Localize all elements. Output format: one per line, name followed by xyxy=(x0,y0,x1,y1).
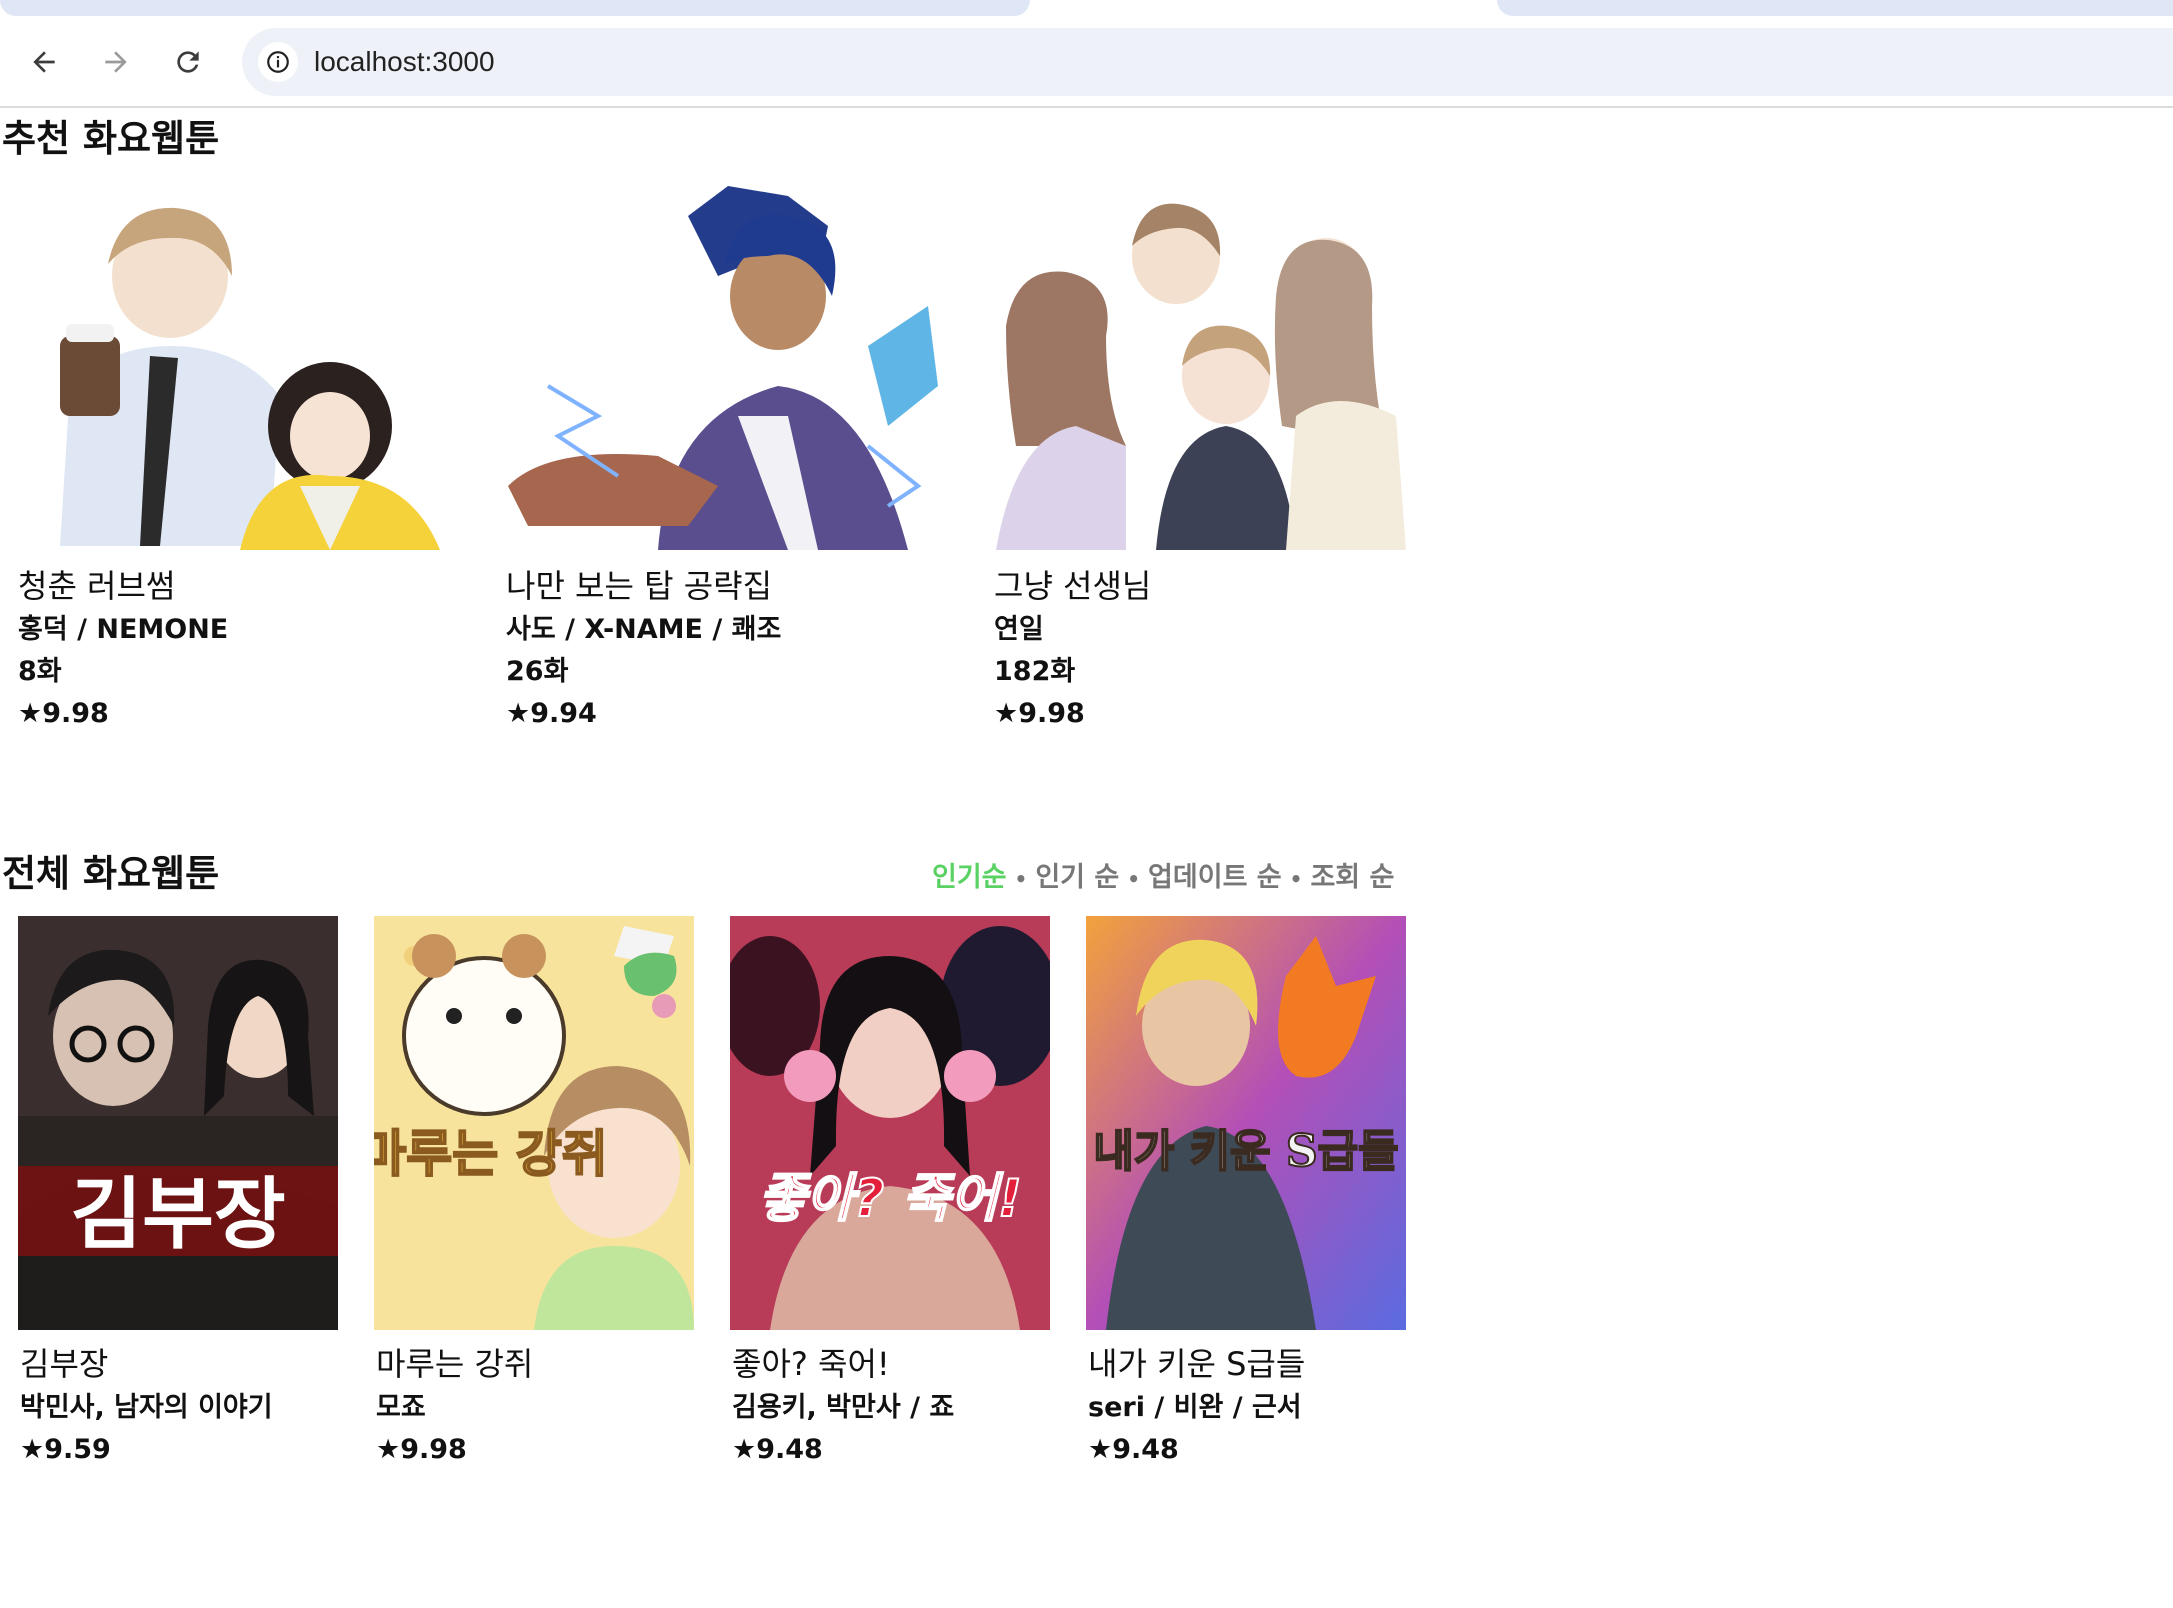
site-info-button[interactable] xyxy=(258,42,298,82)
browser-tab[interactable] xyxy=(0,0,1030,16)
sort-option-update[interactable]: 업데이트 순 xyxy=(1148,862,1282,893)
webtoon-card[interactable]: 김부장 김부장 박민사, 남자의 이야기 ★9.59 xyxy=(18,916,348,1468)
address-bar[interactable]: localhost:3000 xyxy=(242,28,2173,96)
webtoon-title[interactable]: 그냥 선생님 xyxy=(994,566,1446,606)
webtoon-card[interactable]: 내가 키운 S급들 내가 키운 S급들 seri / 비완 / 근서 ★9.48 xyxy=(1086,916,1416,1468)
webtoon-rating: ★9.98 xyxy=(994,698,1085,729)
recommended-card[interactable]: 그냥 선생님 연일 182화 ★9.98 xyxy=(976,186,1446,732)
webtoon-title[interactable]: 마루는 강쥐 xyxy=(376,1344,704,1384)
back-arrow-icon xyxy=(33,51,55,73)
recommended-section-title: 추천 화요웹툰 xyxy=(2,117,220,160)
webtoon-author: 사도 / X-NAME / 쾌조 xyxy=(506,614,782,645)
sort-option-popular-alt[interactable]: 인기 순 xyxy=(1035,862,1119,893)
webtoon-thumbnail[interactable] xyxy=(0,186,470,550)
webtoon-author: 홍덕 / NEMONE xyxy=(18,614,229,645)
webtoon-title[interactable]: 나만 보는 탑 공략집 xyxy=(506,566,958,606)
webtoon-rating: ★9.94 xyxy=(506,698,597,729)
webtoon-card[interactable]: 마루는 강쥐 마루는 강쥐 모죠 ★9.98 xyxy=(374,916,704,1468)
reload-button[interactable] xyxy=(168,42,208,82)
webtoon-rating: ★9.48 xyxy=(1088,1434,1179,1465)
sort-separator: • xyxy=(1014,866,1028,891)
recommended-card[interactable]: 나만 보는 탑 공략집 사도 / X-NAME / 쾌조 26화 ★9.94 xyxy=(488,186,958,732)
webtoon-author: 연일 xyxy=(994,614,1044,645)
webtoon-author: 박민사, 남자의 이야기 xyxy=(20,1392,273,1423)
webtoon-card[interactable]: 좋아? 죽어! 좋아? 죽어! 김용키, 박만사 / 죠 ★9.48 xyxy=(730,916,1060,1468)
webtoon-rating: ★9.48 xyxy=(732,1434,823,1465)
webtoon-author: 모죠 xyxy=(376,1392,426,1423)
cover-title-text: 마루는 강쥐 xyxy=(374,1125,608,1183)
tab-strip xyxy=(0,0,2173,16)
sort-options: 인기순 • 인기 순 • 업데이트 순 • 조회 순 xyxy=(932,860,1394,897)
webtoon-rating: ★9.98 xyxy=(376,1434,467,1465)
sort-option-popular[interactable]: 인기순 xyxy=(932,862,1007,893)
webtoon-title[interactable]: 좋아? 죽어! xyxy=(732,1344,1060,1384)
browser-toolbar: localhost:3000 xyxy=(0,16,2173,108)
webtoon-rating: ★9.59 xyxy=(20,1434,111,1465)
webtoon-thumbnail[interactable]: 내가 키운 S급들 xyxy=(1086,916,1406,1330)
forward-button[interactable] xyxy=(96,42,136,82)
webtoon-author: 김용키, 박만사 / 죠 xyxy=(732,1392,955,1423)
webtoon-thumbnail[interactable]: 좋아? 죽어! xyxy=(730,916,1050,1330)
sort-separator: • xyxy=(1127,866,1141,891)
webtoon-thumbnail[interactable] xyxy=(488,186,958,550)
browser-tab[interactable] xyxy=(1497,0,2173,16)
cover-title-text: 김부장 xyxy=(70,1170,285,1260)
webtoon-title[interactable]: 내가 키운 S급들 xyxy=(1088,1344,1416,1384)
webtoon-rating: ★9.98 xyxy=(18,698,109,729)
webtoon-episodes: 8화 xyxy=(18,656,62,687)
forward-arrow-icon xyxy=(105,51,127,73)
sort-option-views[interactable]: 조회 순 xyxy=(1310,862,1394,893)
webtoon-thumbnail[interactable]: 김부장 xyxy=(18,916,338,1330)
webtoon-episodes: 26화 xyxy=(506,656,569,687)
webtoon-title[interactable]: 청춘 러브썸 xyxy=(18,566,470,606)
reload-icon xyxy=(177,51,199,73)
all-section-title: 전체 화요웹툰 xyxy=(2,852,220,895)
webtoon-thumbnail[interactable] xyxy=(976,186,1446,550)
webtoon-episodes: 182화 xyxy=(994,656,1076,687)
webtoon-author: seri / 비완 / 근서 xyxy=(1088,1392,1302,1423)
sort-separator: • xyxy=(1289,866,1303,891)
cover-title-text: 내가 키운 S급들 xyxy=(1093,1126,1398,1177)
webtoon-thumbnail[interactable]: 마루는 강쥐 xyxy=(374,916,694,1330)
url-text[interactable]: localhost:3000 xyxy=(314,44,495,80)
recommended-card[interactable]: 청춘 러브썸 홍덕 / NEMONE 8화 ★9.98 xyxy=(0,186,470,732)
cover-title-text: 좋아? 죽어! xyxy=(758,1169,1021,1229)
back-button[interactable] xyxy=(24,42,64,82)
site-info-icon xyxy=(267,51,289,73)
webtoon-title[interactable]: 김부장 xyxy=(20,1344,348,1384)
